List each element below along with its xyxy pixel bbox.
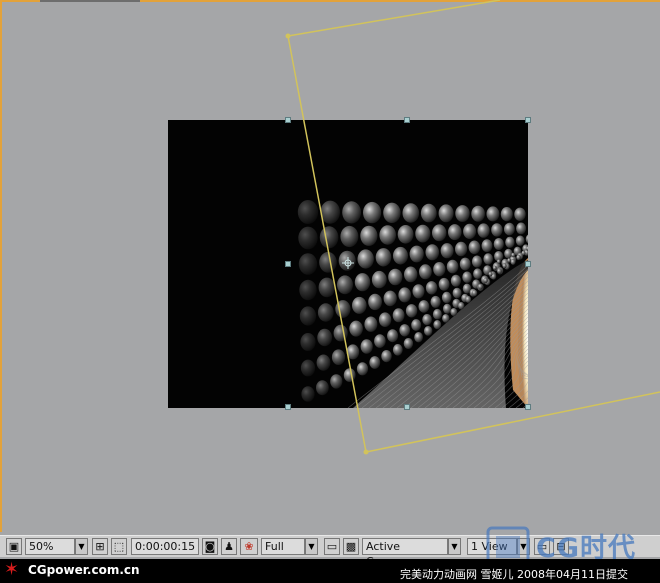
camera-dropdown[interactable]: Active Camera (362, 538, 448, 568)
safe-zones-icon[interactable]: ⊞ (92, 538, 108, 555)
resolution-dropdown[interactable]: Full (261, 538, 305, 555)
resolution-dropdown-arrow-icon[interactable]: ▼ (305, 538, 318, 555)
footer-bar: ✶ CGpower.com.cn 完美动力动画网 雪姬儿 2008年04月11日… (0, 559, 660, 583)
snapshot-camera-icon[interactable]: ◙ (202, 538, 218, 555)
region-of-interest-icon[interactable]: ⬚ (111, 538, 127, 555)
composition-viewer[interactable] (0, 0, 660, 532)
rgb-channels-icon[interactable]: ❀ (240, 538, 258, 555)
camera-bounding-box[interactable] (0, 0, 660, 532)
always-preview-icon[interactable]: ▣ (6, 538, 22, 555)
zoom-dropdown-arrow-icon[interactable]: ▼ (75, 538, 88, 555)
zoom-dropdown[interactable]: 50% (25, 538, 75, 555)
footer-credit: 完美动力动画网 雪姬儿 2008年04月11日提交 (400, 568, 628, 581)
red-star-icon: ✶ (4, 559, 20, 580)
footer-site-name: CGpower.com.cn (28, 563, 140, 577)
current-time-display[interactable]: 0:00:00:15 (131, 538, 199, 555)
transparency-grid-icon[interactable]: ▩ (343, 538, 359, 555)
fast-previews-icon[interactable]: ▭ (324, 538, 340, 555)
show-snapshot-icon[interactable]: ♟ (221, 538, 237, 555)
camera-dropdown-arrow-icon[interactable]: ▼ (448, 538, 461, 555)
anchor-point-icon (342, 257, 354, 269)
